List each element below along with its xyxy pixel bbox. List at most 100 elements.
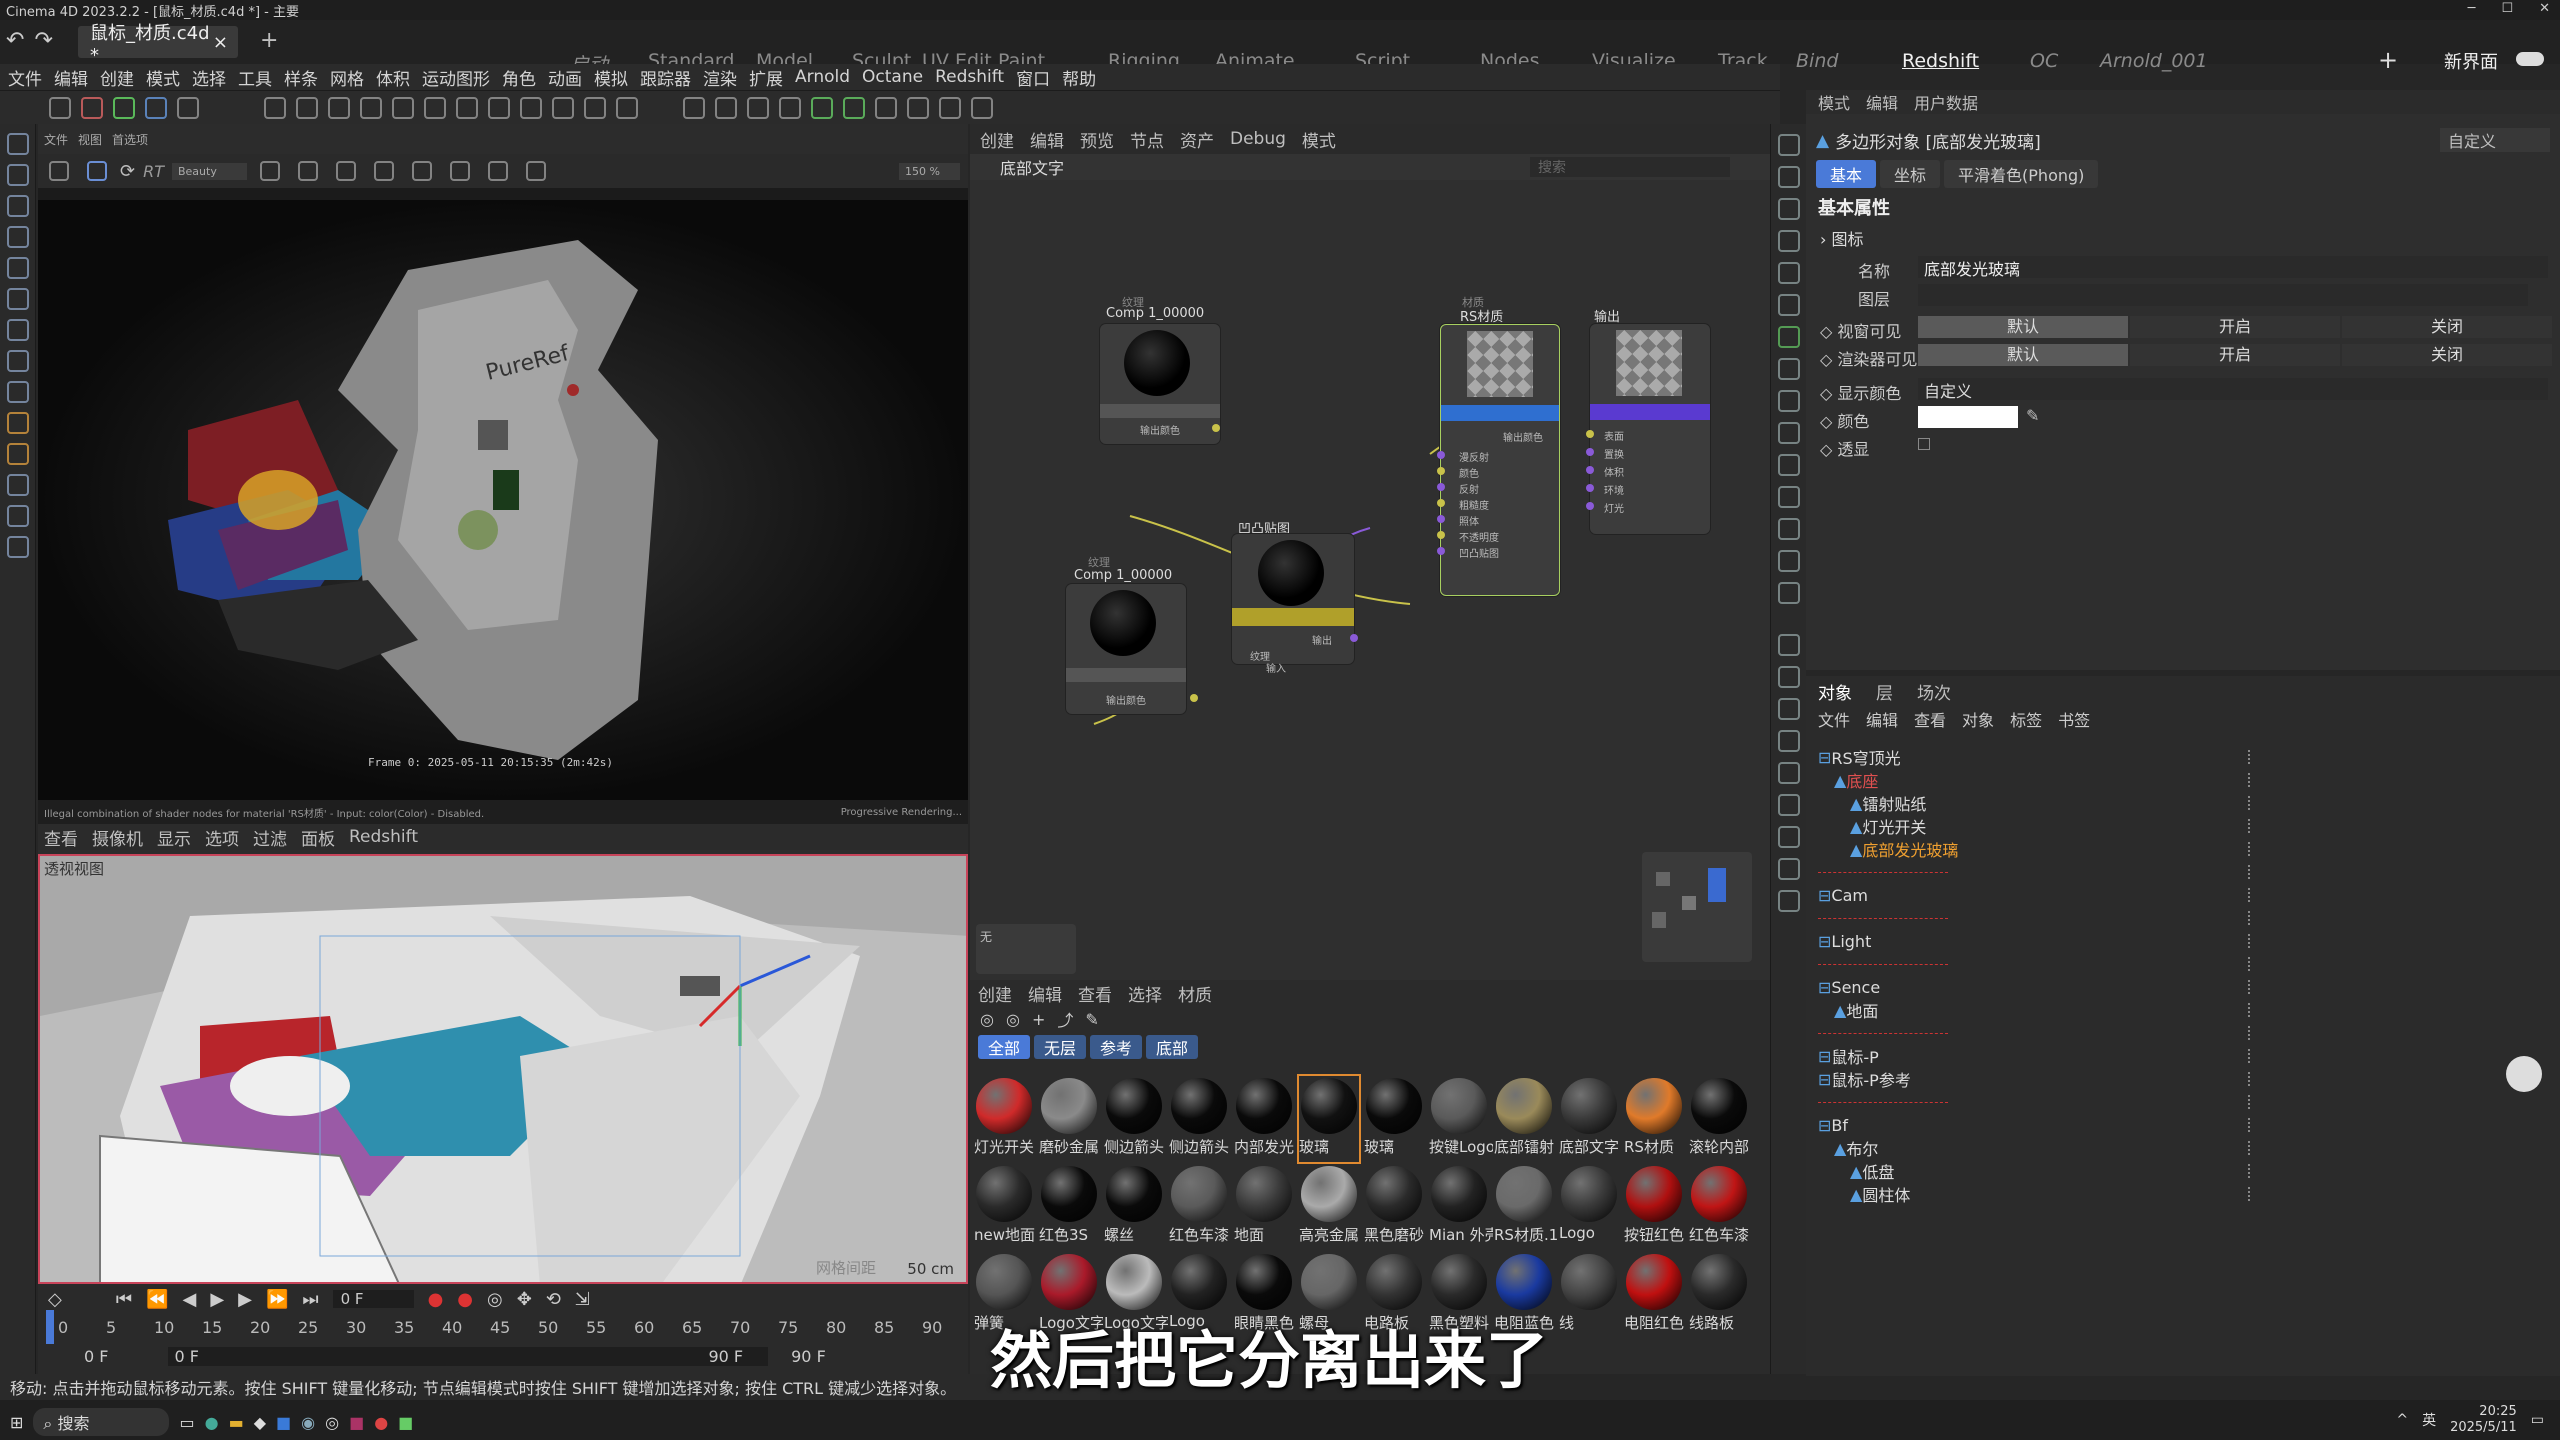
object-menu-2[interactable]: 查看 bbox=[1914, 707, 1946, 731]
brush-2-icon[interactable] bbox=[1778, 422, 1800, 444]
tex1-output-port[interactable]: 输出颜色 bbox=[1140, 422, 1180, 437]
visibility-toggle[interactable] bbox=[2248, 1049, 2258, 1063]
rsmat-port[interactable]: 漫反射 bbox=[1459, 449, 1489, 464]
menu-item-2[interactable]: 创建 bbox=[100, 65, 134, 90]
object-row[interactable]: ▲ 圆柱体 bbox=[1850, 1183, 1910, 1206]
input-lang[interactable]: 英 bbox=[2422, 1410, 2436, 1430]
visibility-toggle[interactable] bbox=[2248, 1026, 2258, 1040]
material-swatch[interactable]: 红色车漆 bbox=[1169, 1164, 1229, 1250]
material-swatch[interactable]: 玻璃 bbox=[1364, 1076, 1424, 1162]
coord-system-icon[interactable] bbox=[177, 96, 199, 119]
visibility-toggle[interactable] bbox=[2248, 980, 2258, 994]
renderview-menu-0[interactable]: 文件 bbox=[44, 131, 68, 148]
tex2-output-port[interactable]: 输出颜色 bbox=[1106, 692, 1146, 707]
node-menu-1[interactable]: 编辑 bbox=[1030, 127, 1064, 152]
app-2-icon[interactable]: ■ bbox=[276, 1413, 291, 1432]
scale-key-icon[interactable]: ⇲ bbox=[575, 1289, 590, 1310]
viewport-menu-0[interactable]: 查看 bbox=[44, 825, 78, 850]
object-row[interactable]: ⊟ Bf bbox=[1818, 1114, 1848, 1136]
object-row[interactable]: ⊟ RS穹顶光 bbox=[1818, 746, 1901, 769]
rsmat-port-dot[interactable] bbox=[1437, 451, 1445, 459]
vis-render-default-button[interactable]: 默认 bbox=[1918, 344, 2128, 366]
aov-select[interactable]: Beauty bbox=[171, 162, 247, 180]
object-row[interactable] bbox=[1818, 953, 1948, 975]
move-tool-icon[interactable] bbox=[49, 96, 71, 119]
pos-key-icon[interactable]: ✥ bbox=[517, 1289, 532, 1310]
object-row[interactable]: ⊟ Sence bbox=[1818, 976, 1880, 998]
save-image-icon[interactable] bbox=[49, 161, 69, 181]
node-tree-icon[interactable] bbox=[1778, 890, 1800, 912]
menu-item-15[interactable]: 扩展 bbox=[749, 65, 783, 90]
field-icon[interactable] bbox=[875, 96, 897, 119]
zoom-select[interactable]: 150 % bbox=[899, 162, 960, 180]
visibility-toggle[interactable] bbox=[2248, 1072, 2258, 1086]
output-port[interactable]: 灯光 bbox=[1604, 500, 1624, 515]
node-canvas[interactable]: 纹理 Comp 1_00000 输出颜色 纹理 Comp 1_00000 输出颜… bbox=[970, 184, 1770, 984]
object-row[interactable]: ⊟ Light bbox=[1818, 930, 1871, 952]
taskbar-search[interactable]: ⌕ 搜索 bbox=[33, 1408, 170, 1436]
visibility-toggle[interactable] bbox=[2248, 1118, 2258, 1132]
object-menu-4[interactable]: 标签 bbox=[2010, 707, 2042, 731]
avatar[interactable] bbox=[2506, 1056, 2542, 1092]
redo-icon[interactable]: ↷ bbox=[34, 28, 52, 53]
range-start-2[interactable]: 0 F bbox=[168, 1346, 769, 1366]
flag-icon[interactable] bbox=[1778, 858, 1800, 880]
text-icon[interactable] bbox=[779, 96, 801, 119]
output-port[interactable]: 体积 bbox=[1604, 464, 1624, 479]
object-row[interactable] bbox=[1818, 1091, 1948, 1113]
texture-node-2[interactable]: 输出颜色 bbox=[1066, 584, 1198, 714]
bump-output-port[interactable]: 输出 bbox=[1312, 632, 1332, 647]
effector-icon[interactable] bbox=[843, 96, 865, 119]
range-end[interactable]: 90 F bbox=[708, 1347, 743, 1366]
menu-item-3[interactable]: 模式 bbox=[146, 65, 180, 90]
object-row[interactable]: ⊟ Cam bbox=[1818, 884, 1868, 906]
viewport-menu-5[interactable]: 面板 bbox=[301, 825, 335, 850]
refresh-icon[interactable]: ⟳ bbox=[120, 161, 135, 182]
material-swatch[interactable]: 线 bbox=[1559, 1252, 1619, 1338]
eyedropper-icon[interactable]: ✎ bbox=[2026, 406, 2039, 425]
attr-name-field[interactable]: 底部发光玻璃 bbox=[1918, 256, 2548, 279]
maximize-icon[interactable]: ☐ bbox=[2501, 1, 2513, 16]
rsmat-port[interactable]: 照体 bbox=[1459, 513, 1479, 528]
grid-icon[interactable] bbox=[488, 96, 510, 119]
next-key-icon[interactable]: ⏩ bbox=[266, 1289, 288, 1310]
material-swatch[interactable]: 灯光开关 bbox=[974, 1076, 1034, 1162]
scale-icon[interactable] bbox=[7, 288, 29, 310]
rotate-icon[interactable] bbox=[7, 257, 29, 279]
prev-key-icon[interactable]: ⏪ bbox=[146, 1289, 168, 1310]
puzzle-icon[interactable] bbox=[1778, 294, 1800, 316]
bump-input-input[interactable]: 输入 bbox=[1266, 660, 1286, 675]
toggle-icon[interactable] bbox=[2516, 52, 2544, 66]
camera-2-icon[interactable] bbox=[1778, 666, 1800, 688]
material-swatch[interactable]: 按键Logo bbox=[1429, 1076, 1493, 1162]
vis-editor-off-button[interactable]: 关闭 bbox=[2342, 316, 2552, 338]
material-swatch[interactable]: 滚轮内部 bbox=[1689, 1076, 1749, 1162]
minimize-icon[interactable]: ─ bbox=[2468, 1, 2476, 16]
material-swatch[interactable]: 红色车漆 bbox=[1689, 1164, 1749, 1250]
node-menu-0[interactable]: 创建 bbox=[980, 127, 1014, 152]
attr-menu-0[interactable]: 模式 bbox=[1818, 90, 1850, 114]
menu-item-20[interactable]: 帮助 bbox=[1062, 65, 1096, 90]
rsmat-port[interactable]: 凹凸贴图 bbox=[1459, 545, 1499, 560]
c4d-icon[interactable]: ◉ bbox=[301, 1413, 315, 1432]
visibility-toggle[interactable] bbox=[2248, 911, 2258, 925]
rs-material-node[interactable]: 输出颜色 漫反射 颜色 反射 粗糙度 照体 不透明度 凹凸贴图 bbox=[1437, 324, 1560, 596]
range-start[interactable]: 0 F bbox=[84, 1347, 108, 1366]
task-view-icon[interactable]: ▭ bbox=[179, 1413, 194, 1432]
attr-preset-select[interactable]: 自定义 bbox=[2440, 128, 2550, 152]
rsmat-port-dot[interactable] bbox=[1437, 499, 1445, 507]
globe-icon[interactable] bbox=[1778, 486, 1800, 508]
snapshot-icon[interactable] bbox=[259, 161, 280, 181]
doc-tab-close-icon[interactable]: × bbox=[213, 32, 228, 53]
menu-item-14[interactable]: 渲染 bbox=[703, 65, 737, 90]
viewport-menu-1[interactable]: 摄像机 bbox=[92, 825, 143, 850]
exposure-icon[interactable] bbox=[411, 161, 432, 181]
search-icon[interactable] bbox=[7, 133, 29, 155]
menu-item-6[interactable]: 样条 bbox=[284, 65, 318, 90]
vis-editor-default-button[interactable]: 默认 bbox=[1918, 316, 2128, 338]
frame-icon[interactable] bbox=[1778, 550, 1800, 572]
goto-end-icon[interactable]: ⏭ bbox=[302, 1289, 318, 1310]
output-port-dot[interactable] bbox=[1586, 430, 1594, 438]
viewport-menu-6[interactable]: Redshift bbox=[349, 827, 418, 847]
object-row[interactable]: ⊟ 鼠标-P参考 bbox=[1818, 1068, 1911, 1091]
